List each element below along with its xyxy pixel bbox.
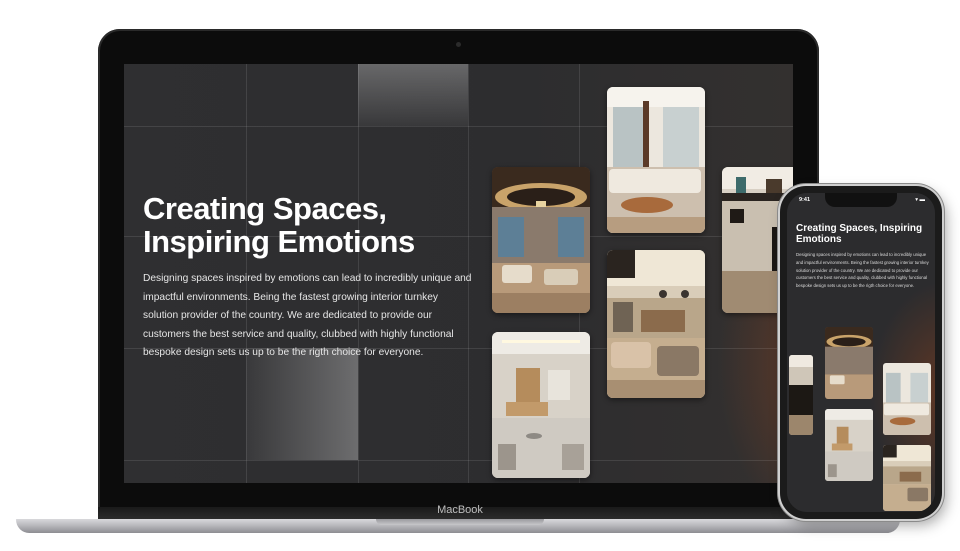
camera-dot — [456, 42, 461, 47]
status-icons: ▾ ▬ — [915, 197, 925, 203]
phone-hallway-image — [789, 355, 813, 435]
phone-screen: 9:41 ▾ ▬ Creating Spaces, Inspiring Emot… — [787, 193, 935, 512]
phone-gallery-photo-living-room[interactable] — [883, 363, 931, 435]
phone-reception-image — [825, 409, 873, 481]
laptop-notch — [376, 519, 544, 525]
decor-block — [246, 348, 358, 460]
laptop-frame: Creating Spaces, Inspiring Emotions Desi… — [98, 29, 819, 521]
phone-gallery-photo-lobby[interactable] — [825, 327, 873, 399]
status-time: 9:41 — [799, 197, 811, 203]
gallery-photo-lounge[interactable] — [607, 250, 705, 398]
gallery-photo-living-room[interactable] — [607, 87, 705, 233]
phone-lounge-image — [883, 445, 931, 511]
hero-title: Creating Spaces, Inspiring Emotions — [143, 191, 415, 259]
grid-line — [124, 460, 793, 461]
reception-image — [492, 332, 590, 478]
lounge-image — [607, 250, 705, 398]
gallery-photo-reception[interactable] — [492, 332, 590, 478]
phone-gallery-photo-lounge[interactable] — [883, 445, 931, 511]
hero-description: Designing spaces inspired by emotions ca… — [143, 273, 472, 359]
gallery-photo-lobby-chandelier[interactable] — [492, 167, 590, 313]
phone-notch — [825, 193, 897, 207]
living-room-image — [607, 87, 705, 233]
phone-gallery-photo-reception[interactable] — [825, 409, 873, 481]
phone-frame: 9:41 ▾ ▬ Creating Spaces, Inspiring Emot… — [780, 186, 942, 519]
phone-gallery-photo-hallway[interactable] — [789, 355, 813, 435]
phone-hero-description: Designing spaces inspired by emotions ca… — [796, 252, 929, 289]
lobby-image — [492, 167, 590, 313]
phone-hero-title: Creating Spaces, Inspiring Emotions — [796, 223, 923, 245]
brand-label: MacBook — [437, 504, 483, 516]
phone-living-room-image — [883, 363, 931, 435]
laptop-screen: Creating Spaces, Inspiring Emotions Desi… — [124, 64, 793, 483]
phone-lobby-image — [825, 327, 873, 399]
decor-block — [358, 64, 468, 126]
